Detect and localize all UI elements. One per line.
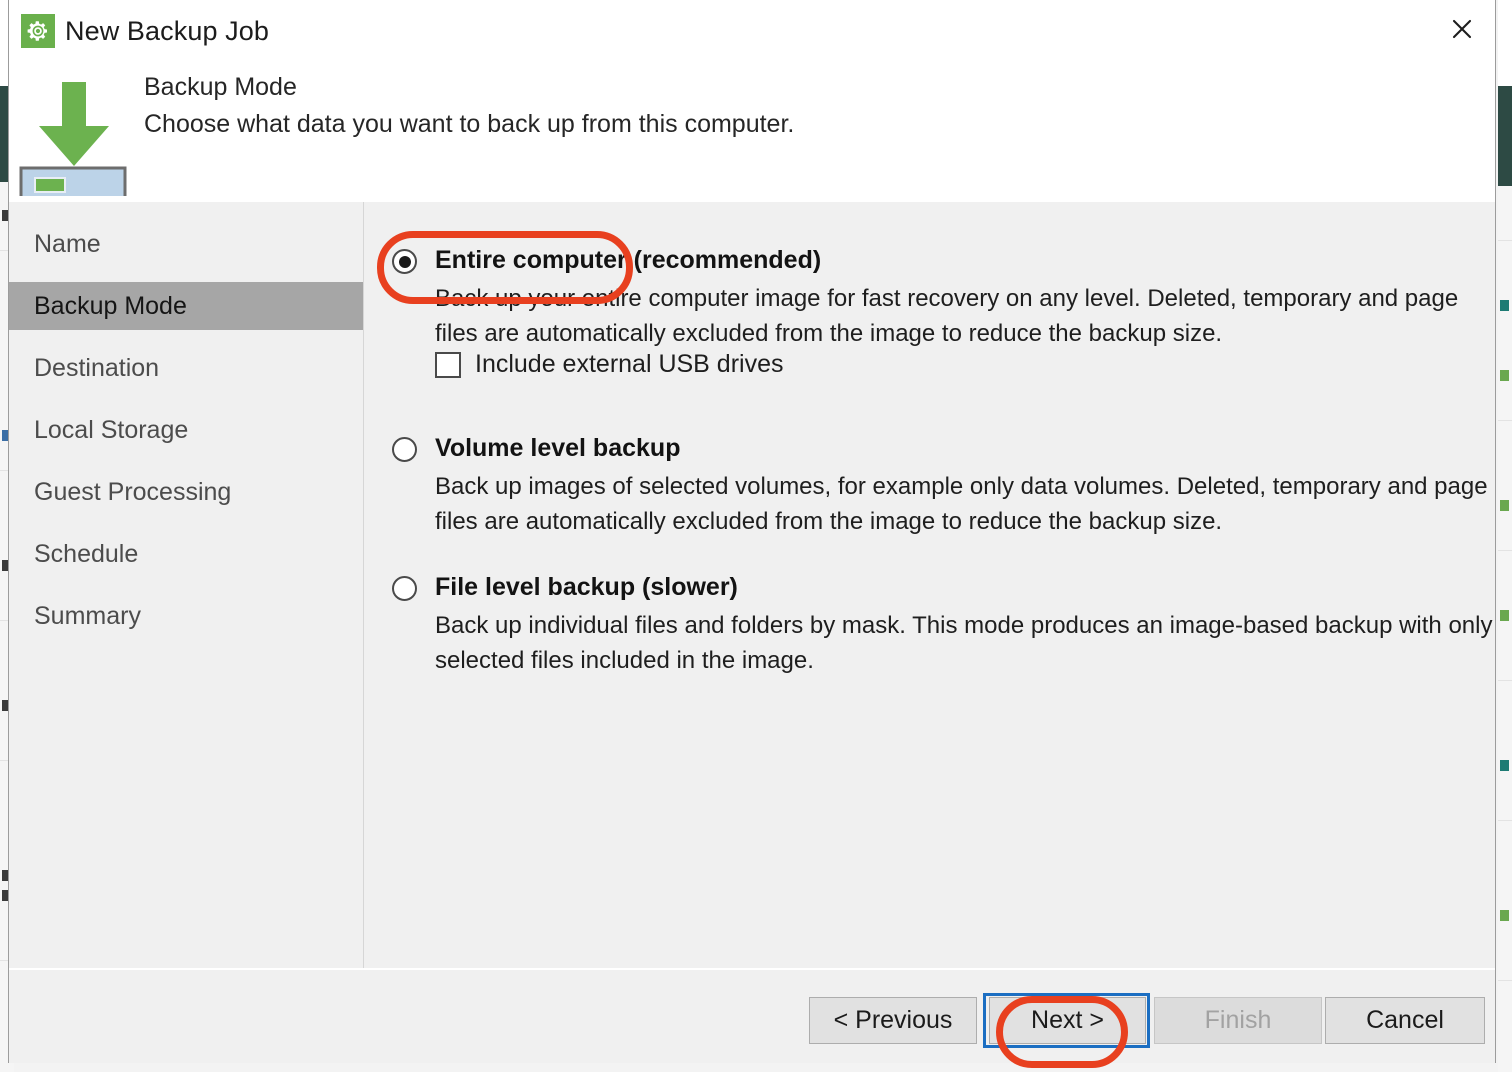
sidebar-item-label: Guest Processing xyxy=(34,477,232,506)
option-title[interactable]: File level backup (slower) xyxy=(435,573,738,602)
sidebar-item-label: Schedule xyxy=(34,539,139,568)
sidebar-item-local-storage[interactable]: Local Storage xyxy=(9,406,363,454)
next-button-focus-ring: Next > xyxy=(983,993,1150,1048)
finish-button: Finish xyxy=(1154,997,1322,1044)
wizard-steps-sidebar: Name Backup Mode Destination Local Stora… xyxy=(9,202,363,968)
dialog-header: Backup Mode Choose what data you want to… xyxy=(9,62,1495,204)
dialog-titlebar: New Backup Job xyxy=(9,0,1495,62)
background-right-sliver xyxy=(1498,0,1512,1072)
option-description: Back up individual files and folders by … xyxy=(435,612,1493,674)
next-button[interactable]: Next > xyxy=(989,997,1146,1044)
dialog-footer: < Previous Next > Finish Cancel xyxy=(9,970,1495,1063)
checkbox-label: Include external USB drives xyxy=(475,350,784,378)
close-icon[interactable] xyxy=(1431,0,1493,58)
sidebar-item-label: Name xyxy=(34,229,101,258)
sidebar-item-backup-mode[interactable]: Backup Mode xyxy=(9,282,363,330)
radio-volume-level-backup[interactable] xyxy=(392,437,417,462)
sidebar-item-summary[interactable]: Summary xyxy=(9,592,363,640)
sidebar-item-label: Backup Mode xyxy=(34,291,187,320)
new-backup-job-dialog: New Backup Job Backup Mode Choose what d… xyxy=(8,0,1496,1063)
checkbox-include-external-usb-drives[interactable]: Include external USB drives xyxy=(435,350,783,379)
radio-entire-computer[interactable] xyxy=(392,249,417,274)
option-title[interactable]: Entire computer (recommended) xyxy=(435,246,821,275)
option-title[interactable]: Volume level backup xyxy=(435,434,680,463)
sidebar-item-name[interactable]: Name xyxy=(9,220,363,268)
sidebar-item-destination[interactable]: Destination xyxy=(9,344,363,392)
option-description: Back up images of selected volumes, for … xyxy=(435,473,1488,535)
backup-mode-options: Entire computer (recommended) Back up yo… xyxy=(364,202,1495,968)
sidebar-item-label: Local Storage xyxy=(34,415,189,444)
gear-icon xyxy=(21,14,55,48)
sidebar-item-guest-processing[interactable]: Guest Processing xyxy=(9,468,363,516)
previous-button[interactable]: < Previous xyxy=(809,997,977,1044)
sidebar-item-schedule[interactable]: Schedule xyxy=(9,530,363,578)
checkbox-box[interactable] xyxy=(435,351,461,378)
option-description: Back up your entire computer image for f… xyxy=(435,285,1459,347)
dialog-title: New Backup Job xyxy=(65,16,270,46)
backup-download-arrow-icon xyxy=(19,70,129,204)
page-subtitle: Choose what data you want to back up fro… xyxy=(144,110,795,138)
dialog-body: Name Backup Mode Destination Local Stora… xyxy=(9,202,1495,968)
page-title: Backup Mode xyxy=(144,73,297,101)
sidebar-item-label: Destination xyxy=(34,353,160,382)
sidebar-item-label: Summary xyxy=(34,601,141,630)
cancel-button[interactable]: Cancel xyxy=(1325,997,1485,1044)
radio-file-level-backup[interactable] xyxy=(392,576,417,601)
